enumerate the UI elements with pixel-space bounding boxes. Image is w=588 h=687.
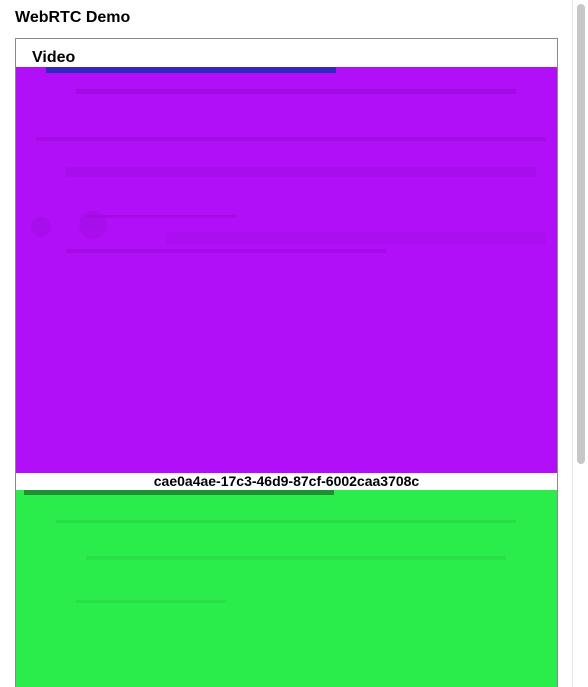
page: WebRTC Demo Video cae0a4ae-17c3-46d9-87c… <box>0 0 588 687</box>
video-stream-2[interactable] <box>16 490 557 687</box>
video-frame-2 <box>16 490 557 687</box>
video-frame-1 <box>16 67 557 473</box>
app-title: WebRTC Demo <box>15 9 131 26</box>
video-panel: Video cae0a4ae-17c3-46d9-87cf-6002caa370… <box>15 38 558 687</box>
scrollbar-thumb[interactable] <box>577 4 585 464</box>
page-scrollbar[interactable] <box>572 0 588 687</box>
video-section-heading: Video <box>32 49 76 66</box>
stream-id-label: cae0a4ae-17c3-46d9-87cf-6002caa3708c <box>16 473 557 490</box>
video-stream-1[interactable] <box>16 67 557 473</box>
